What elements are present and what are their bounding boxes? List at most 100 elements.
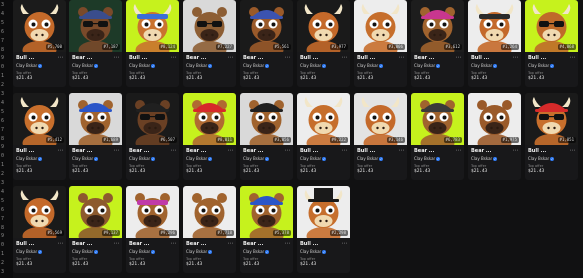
nft-card[interactable]: #3,977 Bull ... ⋯ Clay Bskar ✓ Top offer $21.4… xyxy=(297,0,350,87)
nft-name[interactable]: Bear ... xyxy=(414,55,434,61)
nft-image[interactable]: #7,187 xyxy=(69,0,122,52)
nft-image[interactable]: #3,056 xyxy=(240,93,293,145)
more-options-icon[interactable]: ⋯ xyxy=(456,147,462,154)
nft-card[interactable]: #6,507 Bear ... ⋯ Clay Bskar ✓ Top offer $21.4… xyxy=(126,93,179,180)
nft-image[interactable]: #6,507 xyxy=(126,93,179,145)
nft-name[interactable]: Bull ... xyxy=(528,148,546,154)
more-options-icon[interactable]: ⋯ xyxy=(171,54,177,61)
more-options-icon[interactable]: ⋯ xyxy=(171,240,177,247)
nft-card[interactable]: #9,222 Bull ... ⋯ Clay Bskar ✓ Top offer $21.4… xyxy=(297,93,350,180)
more-options-icon[interactable]: ⋯ xyxy=(58,54,64,61)
creator-name[interactable]: Clay Bskar ✓ xyxy=(243,156,270,161)
nft-image[interactable]: #5,700 xyxy=(13,0,66,52)
nft-image[interactable]: #1,689 xyxy=(69,93,122,145)
creator-name[interactable]: Clay Bskar ✓ xyxy=(16,249,43,254)
more-options-icon[interactable]: ⋯ xyxy=(513,147,519,154)
nft-card[interactable]: #1,264 Bull ... ⋯ Clay Bskar ✓ Top offer $21.4… xyxy=(468,0,521,87)
nft-image[interactable]: #5,569 xyxy=(13,186,66,238)
nft-name[interactable]: Bear ... xyxy=(186,241,206,247)
nft-name[interactable]: Bull ... xyxy=(16,241,34,247)
creator-name[interactable]: Clay Bskar ✓ xyxy=(16,63,43,68)
creator-name[interactable]: Clay Bskar ✓ xyxy=(129,63,156,68)
nft-image[interactable]: #8,124 xyxy=(126,0,179,52)
creator-name[interactable]: Clay Bskar ✓ xyxy=(528,156,555,161)
nft-name[interactable]: Bear ... xyxy=(471,148,491,154)
nft-name[interactable]: Bull ... xyxy=(16,148,34,154)
nft-name[interactable]: Bear ... xyxy=(72,55,92,61)
nft-name[interactable]: Bull ... xyxy=(129,55,147,61)
nft-name[interactable]: Bear ... xyxy=(72,148,92,154)
nft-card[interactable]: #8,124 Bull ... ⋯ Clay Bskar ✓ Top offer $21.4… xyxy=(126,0,179,87)
more-options-icon[interactable]: ⋯ xyxy=(114,240,120,247)
creator-name[interactable]: Clay Bskar ✓ xyxy=(186,63,213,68)
creator-name[interactable]: Clay Bskar ✓ xyxy=(243,249,270,254)
nft-name[interactable]: Bull ... xyxy=(528,55,546,61)
nft-image[interactable]: #9,137 xyxy=(69,186,122,238)
nft-name[interactable]: Bear ... xyxy=(186,148,206,154)
nft-card[interactable]: #3,056 Bear ... ⋯ Clay Bskar ✓ Top offer $21.4… xyxy=(240,93,293,180)
more-options-icon[interactable]: ⋯ xyxy=(399,54,405,61)
nft-card[interactable]: #3,806 Bull ... ⋯ Clay Bskar ✓ Top offer $21.4… xyxy=(354,0,407,87)
nft-name[interactable]: Bear ... xyxy=(186,55,206,61)
more-options-icon[interactable]: ⋯ xyxy=(228,147,234,154)
more-options-icon[interactable]: ⋯ xyxy=(114,147,120,154)
creator-name[interactable]: Clay Bskar ✓ xyxy=(186,156,213,161)
more-options-icon[interactable]: ⋯ xyxy=(285,54,291,61)
creator-name[interactable]: Clay Bskar ✓ xyxy=(186,249,213,254)
nft-name[interactable]: Bear ... xyxy=(414,148,434,154)
nft-image[interactable]: #5,561 xyxy=(240,0,293,52)
creator-name[interactable]: Clay Bskar ✓ xyxy=(72,63,99,68)
more-options-icon[interactable]: ⋯ xyxy=(570,54,576,61)
nft-card[interactable]: #2,298 Bull ... ⋯ Clay Bskar ✓ Top offer $21.4… xyxy=(297,186,350,273)
creator-name[interactable]: Clay Bskar ✓ xyxy=(243,63,270,68)
nft-image[interactable]: #1,975 xyxy=(468,93,521,145)
creator-name[interactable]: Clay Bskar ✓ xyxy=(300,63,327,68)
creator-name[interactable]: Clay Bskar ✓ xyxy=(72,156,99,161)
nft-image[interactable]: #8,011 xyxy=(183,93,236,145)
more-options-icon[interactable]: ⋯ xyxy=(456,54,462,61)
nft-card[interactable]: #1,689 Bear ... ⋯ Clay Bskar ✓ Top offer $21.4… xyxy=(69,93,122,180)
nft-name[interactable]: Bull ... xyxy=(16,55,34,61)
nft-image[interactable]: #7,718 xyxy=(183,186,236,238)
nft-card[interactable]: #9,296 Bear ... ⋯ Clay Bskar ✓ Top offer $21.4… xyxy=(126,186,179,273)
nft-image[interactable]: #3,806 xyxy=(354,0,407,52)
more-options-icon[interactable]: ⋯ xyxy=(399,147,405,154)
nft-image[interactable]: #6,783 xyxy=(411,93,464,145)
more-options-icon[interactable]: ⋯ xyxy=(228,54,234,61)
nft-card[interactable]: #7,187 Bear ... ⋯ Clay Bskar ✓ Top offer $21.4… xyxy=(69,0,122,87)
nft-name[interactable]: Bear ... xyxy=(129,148,149,154)
creator-name[interactable]: Clay Bskar ✓ xyxy=(414,63,441,68)
nft-card[interactable]: #7,227 Bear ... ⋯ Clay Bskar ✓ Top offer $21.4… xyxy=(183,0,236,87)
more-options-icon[interactable]: ⋯ xyxy=(285,147,291,154)
nft-image[interactable]: #1,264 xyxy=(468,0,521,52)
nft-image[interactable]: #3,612 xyxy=(411,0,464,52)
creator-name[interactable]: Clay Bskar ✓ xyxy=(528,63,555,68)
nft-image[interactable]: #4,868 xyxy=(525,0,578,52)
nft-name[interactable]: Bull ... xyxy=(300,148,318,154)
creator-name[interactable]: Clay Bskar ✓ xyxy=(72,249,99,254)
creator-name[interactable]: Clay Bskar ✓ xyxy=(16,156,43,161)
nft-image[interactable]: #5,378 xyxy=(240,186,293,238)
nft-card[interactable]: #5,378 Bear ... ⋯ Clay Bskar ✓ Top offer $21.4… xyxy=(240,186,293,273)
nft-card[interactable]: #6,783 Bear ... ⋯ Clay Bskar ✓ Top offer $21.4… xyxy=(411,93,464,180)
nft-name[interactable]: Bull ... xyxy=(471,55,489,61)
nft-name[interactable]: Bear ... xyxy=(243,148,263,154)
nft-image[interactable]: #1,851 xyxy=(525,93,578,145)
nft-card[interactable]: #1,851 Bull ... ⋯ Clay Bskar ✓ Top offer $21.4… xyxy=(525,93,578,180)
nft-name[interactable]: Bear ... xyxy=(72,241,92,247)
nft-card[interactable]: #8,011 Bear ... ⋯ Clay Bskar ✓ Top offer $21.4… xyxy=(183,93,236,180)
creator-name[interactable]: Clay Bskar ✓ xyxy=(357,63,384,68)
nft-card[interactable]: #9,137 Bear ... ⋯ Clay Bskar ✓ Top offer $21.4… xyxy=(69,186,122,273)
more-options-icon[interactable]: ⋯ xyxy=(342,147,348,154)
nft-card[interactable]: #5,700 Bull ... ⋯ Clay Bskar ✓ Top offer $21.4… xyxy=(13,0,66,87)
nft-card[interactable]: #3,146 Bull ... ⋯ Clay Bskar ✓ Top offer $21.4… xyxy=(354,93,407,180)
more-options-icon[interactable]: ⋯ xyxy=(285,240,291,247)
more-options-icon[interactable]: ⋯ xyxy=(171,147,177,154)
nft-card[interactable]: #5,569 Bull ... ⋯ Clay Bskar ✓ Top offer $21.4… xyxy=(13,186,66,273)
creator-name[interactable]: Clay Bskar ✓ xyxy=(129,249,156,254)
nft-card[interactable]: #1,975 Bear ... ⋯ Clay Bskar ✓ Top offer $21.4… xyxy=(468,93,521,180)
creator-name[interactable]: Clay Bskar ✓ xyxy=(300,156,327,161)
nft-image[interactable]: #3,146 xyxy=(354,93,407,145)
nft-name[interactable]: Bear ... xyxy=(129,241,149,247)
nft-image[interactable]: #2,298 xyxy=(297,186,350,238)
